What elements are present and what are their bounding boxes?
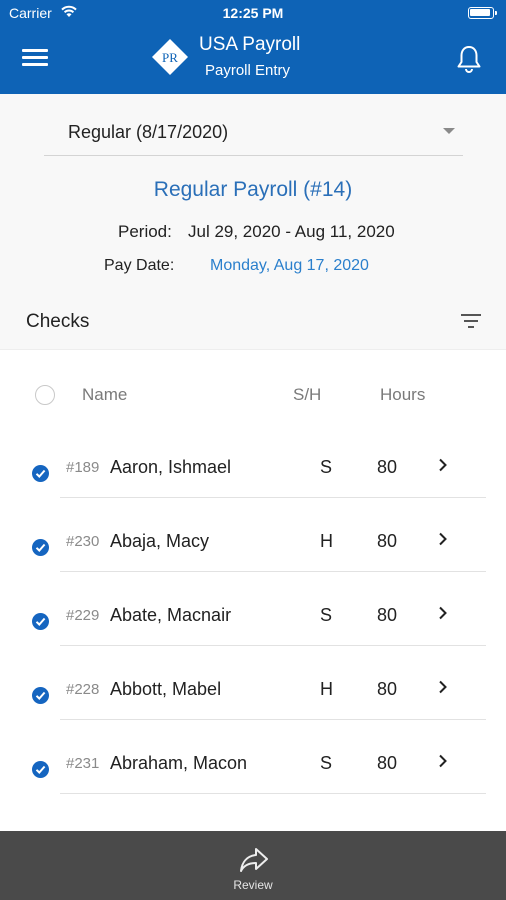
chevron-right-icon — [439, 680, 447, 694]
hours-value: 80 — [377, 679, 398, 699]
employee-name: Abbott, Mabel — [110, 679, 222, 699]
check-number: #229 — [66, 607, 100, 624]
hamburger-menu-icon[interactable] — [22, 49, 48, 69]
dropdown-caret-icon — [443, 128, 455, 134]
app-logo: PR — [152, 39, 188, 75]
row-divider — [60, 793, 486, 794]
salary-hourly-value: S — [320, 753, 333, 773]
bell-icon[interactable] — [455, 44, 483, 74]
employee-name: Abraham, Macon — [110, 753, 248, 773]
chevron-right-icon — [439, 532, 447, 546]
battery-icon — [468, 7, 497, 19]
page-subtitle: Payroll Entry — [205, 62, 291, 79]
pay-date-label: Pay Date: — [104, 257, 175, 274]
salary-hourly-value: S — [320, 605, 333, 625]
payroll-select[interactable]: Regular (8/17/2020) — [44, 110, 463, 156]
hours-value: 80 — [377, 753, 398, 773]
table-row[interactable]: #228 Abbott, Mabel H 80 — [0, 646, 506, 720]
check-number: #228 — [66, 681, 100, 698]
employee-name: Aaron, Ishmael — [110, 457, 232, 477]
checked-icon[interactable] — [32, 761, 49, 778]
review-label: Review — [233, 878, 273, 892]
table-row[interactable]: #231 Abraham, Macon S 80 — [0, 720, 506, 794]
share-forward-icon — [240, 848, 268, 872]
checked-icon[interactable] — [32, 465, 49, 482]
filter-icon[interactable] — [459, 311, 483, 331]
period-value: Jul 29, 2020 - Aug 11, 2020 — [188, 222, 395, 241]
review-button[interactable]: Review — [0, 831, 506, 900]
chevron-right-icon — [439, 606, 447, 620]
chevron-right-icon — [439, 458, 447, 472]
app-header: Carrier 12:25 PM PR USA Payroll Payroll … — [0, 0, 506, 94]
select-all-radio[interactable] — [35, 385, 55, 405]
table-row[interactable]: #189 Aaron, Ishmael S 80 — [0, 424, 506, 498]
payroll-title: Regular Payroll (#14) — [153, 178, 353, 201]
check-number: #230 — [66, 533, 100, 550]
table-row[interactable]: #229 Abate, Macnair S 80 — [0, 572, 506, 646]
checked-icon[interactable] — [32, 539, 49, 556]
payroll-select-value: Regular (8/17/2020) — [68, 122, 229, 142]
salary-hourly-value: S — [320, 457, 333, 477]
column-header-name[interactable]: Name — [82, 385, 127, 405]
column-header-sh[interactable]: S/H — [293, 385, 321, 405]
check-number: #231 — [66, 755, 100, 772]
pay-date-value[interactable]: Monday, Aug 17, 2020 — [210, 257, 369, 275]
status-bar: Carrier 12:25 PM — [0, 0, 506, 28]
hours-value: 80 — [377, 605, 398, 625]
chevron-right-icon — [439, 754, 447, 768]
check-number: #189 — [66, 459, 100, 476]
salary-hourly-value: H — [320, 679, 333, 699]
hours-value: 80 — [377, 531, 398, 551]
checks-heading: Checks — [26, 311, 90, 332]
status-time: 12:25 PM — [222, 5, 284, 21]
employee-name: Abaja, Macy — [110, 531, 210, 551]
salary-hourly-value: H — [320, 531, 333, 551]
column-header-hours[interactable]: Hours — [380, 385, 425, 405]
period-label: Period: — [118, 222, 172, 241]
app-title: USA Payroll — [199, 34, 301, 55]
table-row[interactable]: #230 Abaja, Macy H 80 — [0, 498, 506, 572]
checked-icon[interactable] — [32, 687, 49, 704]
employee-name: Abate, Macnair — [110, 605, 232, 625]
hours-value: 80 — [377, 457, 398, 477]
logo-text: PR — [162, 50, 178, 65]
checked-icon[interactable] — [32, 613, 49, 630]
